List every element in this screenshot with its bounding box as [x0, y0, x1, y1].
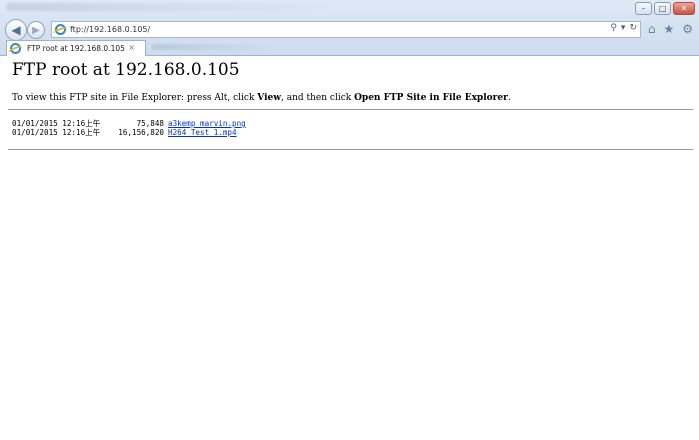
instructions-view: View	[257, 93, 281, 103]
tab-label: FTP root at 192.168.0.105	[27, 44, 125, 53]
address-text[interactable]: ftp://192.168.0.105/	[70, 25, 150, 34]
new-tab-area[interactable]	[152, 44, 272, 50]
tab-close-icon[interactable]: ×	[128, 43, 135, 52]
ie-logo-icon	[55, 24, 66, 35]
maximize-button[interactable]: □	[654, 2, 671, 15]
toolbar-icons: ⌂ ★ ⚙	[648, 22, 693, 36]
forward-button[interactable]: ▶	[27, 21, 45, 39]
instructions-prefix: To view this FTP site in File Explorer: …	[12, 93, 258, 103]
address-tools: ⚲ ▾ ↻	[610, 23, 637, 33]
file-size: 16,156,820	[118, 128, 164, 137]
window-title-bar	[6, 3, 336, 11]
instructions-text: To view this FTP site in File Explorer: …	[12, 93, 511, 103]
file-row: 01/01/2015 12:16上午 75,848 a3kemp_marvin.…	[12, 119, 246, 128]
instructions-middle: , and then click	[281, 93, 355, 103]
instructions-suffix: .	[507, 93, 511, 103]
page-content: FTP root at 192.168.0.105 To view this F…	[0, 57, 699, 440]
minimize-button[interactable]: –	[635, 2, 652, 15]
back-button[interactable]: ◀	[5, 19, 27, 41]
file-listing: 01/01/2015 12:16上午 75,848 a3kemp_marvin.…	[12, 119, 246, 137]
tab-favicon-icon	[10, 43, 21, 54]
home-icon[interactable]: ⌂	[648, 22, 656, 36]
back-arrow-icon: ◀	[11, 23, 21, 37]
search-icon[interactable]: ⚲	[610, 23, 617, 33]
forward-arrow-icon: ▶	[32, 24, 40, 36]
window-controls: – □ ✕	[635, 2, 695, 15]
file-date: 01/01/2015 12:16上午	[12, 119, 101, 128]
file-row: 01/01/2015 12:16上午 16,156,820 H264_Test_…	[12, 128, 246, 137]
tab-ftp-root[interactable]: FTP root at 192.168.0.105 ×	[6, 40, 146, 56]
refresh-icon[interactable]: ↻	[629, 23, 637, 33]
instructions-open: Open FTP Site in File Explorer	[354, 93, 508, 103]
address-bar[interactable]: ftp://192.168.0.105/ ⚲ ▾ ↻	[51, 21, 641, 38]
dropdown-icon[interactable]: ▾	[621, 23, 626, 33]
star-icon[interactable]: ★	[663, 22, 674, 36]
file-date: 01/01/2015 12:16上午	[12, 128, 101, 137]
file-size: 75,848	[136, 119, 164, 128]
gear-icon[interactable]: ⚙	[682, 22, 693, 36]
file-link[interactable]: a3kemp_marvin.png	[168, 119, 246, 128]
file-link[interactable]: H264_Test_1.mp4	[168, 128, 237, 137]
close-button[interactable]: ✕	[673, 2, 695, 15]
divider-top	[8, 109, 693, 110]
page-title: FTP root at 192.168.0.105	[12, 60, 240, 80]
browser-chrome: – □ ✕ ◀ ▶ ftp://192.168.0.105/ ⚲ ▾ ↻ ⌂ ★…	[0, 0, 699, 56]
divider-bottom	[8, 149, 693, 150]
